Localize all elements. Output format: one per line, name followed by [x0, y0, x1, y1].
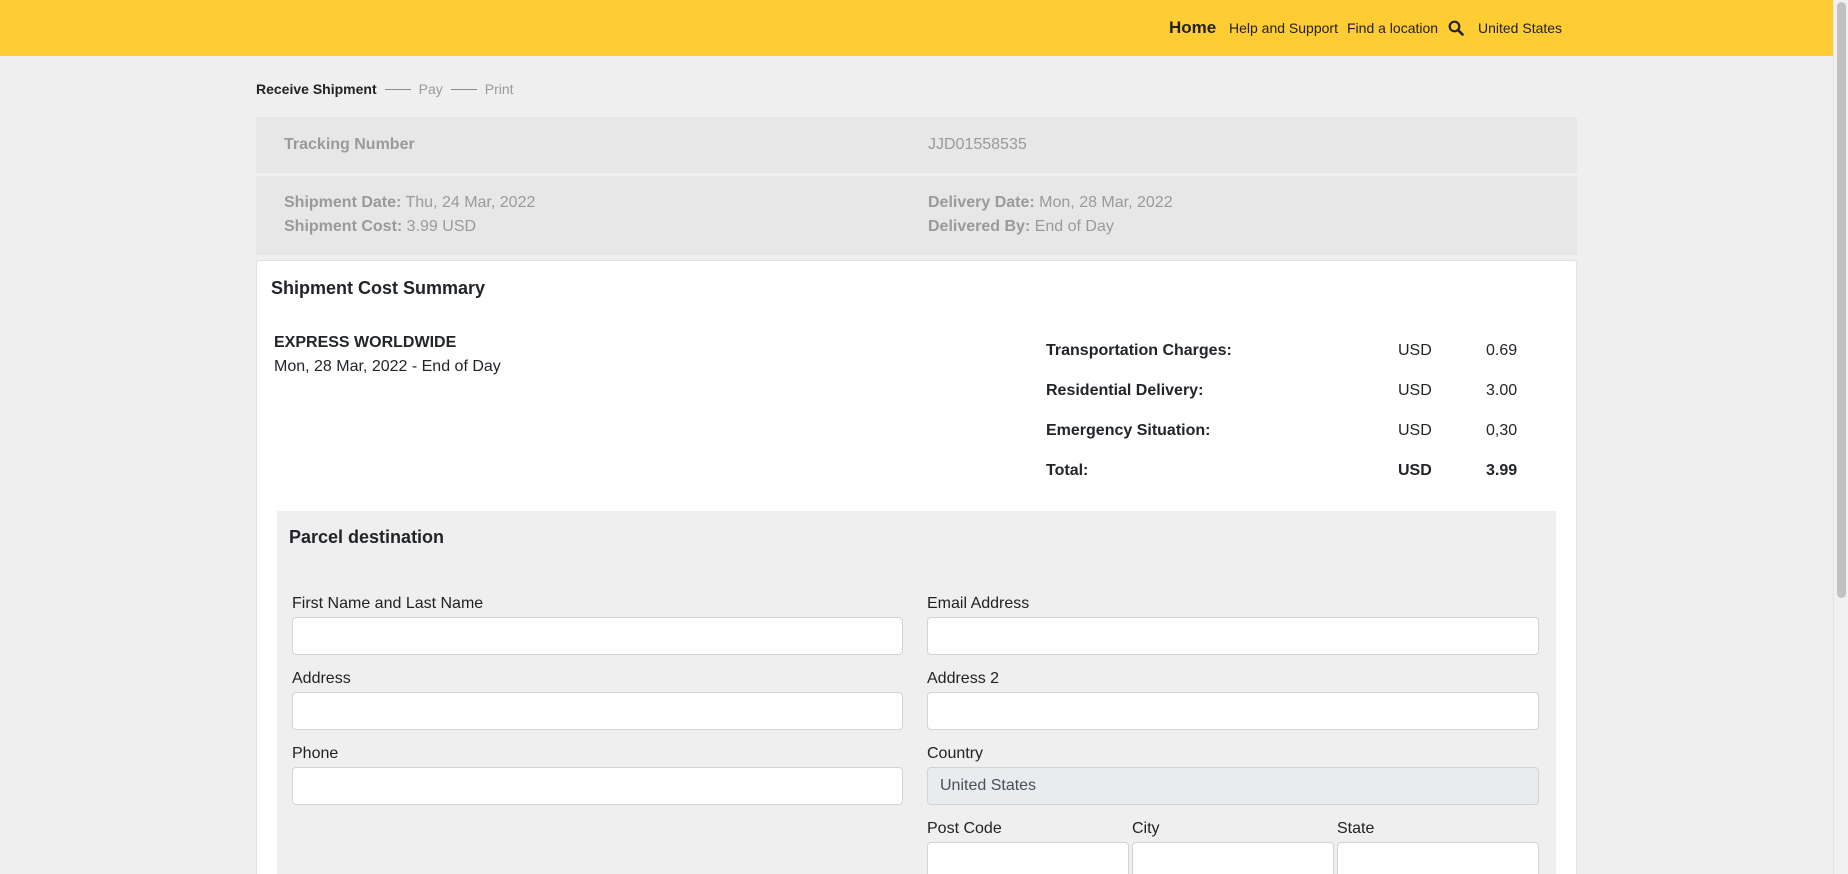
- state-label: State: [1337, 820, 1375, 837]
- service-name: EXPRESS WORLDWIDE: [274, 334, 457, 351]
- parcel-destination-form: Parcel destination First Name and Last N…: [277, 511, 1556, 874]
- service-delivery-date: Mon, 28 Mar, 2022 - End of Day: [274, 358, 501, 375]
- cost-value: 0.69: [1486, 342, 1518, 359]
- cost-row-total: Total: USD 3.99: [1046, 462, 1526, 482]
- address2-field[interactable]: [927, 692, 1539, 730]
- cost-row-transportation: Transportation Charges: USD 0.69: [1046, 342, 1526, 362]
- phone-label: Phone: [292, 745, 339, 762]
- cost-summary-card: Shipment Cost Summary EXPRESS WORLDWIDE …: [256, 260, 1577, 874]
- cost-label: Total:: [1046, 462, 1089, 479]
- cost-currency: USD: [1398, 422, 1432, 439]
- cost-summary-title: Shipment Cost Summary: [271, 278, 486, 298]
- step-divider: [384, 88, 411, 90]
- cost-currency: USD: [1398, 382, 1432, 399]
- postcode-label: Post Code: [927, 820, 1002, 837]
- shipment-cost-value: 3.99 USD: [406, 218, 477, 235]
- shipment-cost: Shipment Cost: 3.99 USD: [284, 218, 476, 236]
- email-field[interactable]: [927, 617, 1539, 655]
- page-scrollbar[interactable]: [1833, 0, 1848, 874]
- delivered-by-label: Delivered By:: [928, 218, 1031, 235]
- email-label: Email Address: [927, 595, 1030, 612]
- cost-currency: USD: [1398, 462, 1432, 479]
- nav-country-link[interactable]: United States: [1478, 0, 1562, 56]
- country-field: [927, 767, 1539, 805]
- step-receive-shipment: Receive Shipment: [256, 81, 377, 97]
- address-field[interactable]: [292, 692, 903, 730]
- parcel-destination-title: Parcel destination: [289, 527, 445, 547]
- scrollbar-thumb[interactable]: [1837, 2, 1846, 598]
- cost-label: Emergency Situation:: [1046, 422, 1211, 439]
- step-print: Print: [484, 81, 514, 97]
- cost-label: Transportation Charges:: [1046, 342, 1232, 359]
- shipment-date-label: Shipment Date:: [284, 194, 402, 211]
- shipment-details-panel: Shipment Date: Thu, 24 Mar, 2022 Shipmen…: [256, 176, 1577, 255]
- cost-row-residential: Residential Delivery: USD 3.00: [1046, 382, 1526, 402]
- city-field[interactable]: [1132, 842, 1334, 874]
- address2-label: Address 2: [927, 670, 1000, 687]
- tracking-number-value: JJD01558535: [928, 136, 1027, 153]
- tracking-number-label: Tracking Number: [284, 136, 415, 153]
- cost-value: 0,30: [1486, 422, 1518, 439]
- nav-help-link[interactable]: Help and Support: [1229, 0, 1338, 56]
- step-pay: Pay: [418, 81, 443, 97]
- state-field[interactable]: [1337, 842, 1539, 874]
- cost-row-emergency: Emergency Situation: USD 0,30: [1046, 422, 1526, 442]
- postcode-field[interactable]: [927, 842, 1129, 874]
- cost-currency: USD: [1398, 342, 1432, 359]
- city-label: City: [1132, 820, 1160, 837]
- country-label: Country: [927, 745, 984, 762]
- cost-label: Residential Delivery:: [1046, 382, 1204, 399]
- top-navbar: Home Help and Support Find a location Un…: [0, 0, 1833, 56]
- nav-find-location-link[interactable]: Find a location: [1347, 0, 1438, 56]
- cost-value: 3.00: [1486, 382, 1518, 399]
- nav-home-link[interactable]: Home: [1169, 0, 1216, 56]
- search-icon[interactable]: [1448, 0, 1464, 56]
- step-divider: [450, 88, 477, 90]
- name-field[interactable]: [292, 617, 903, 655]
- shipment-date: Shipment Date: Thu, 24 Mar, 2022: [284, 194, 535, 212]
- address-label: Address: [292, 670, 351, 687]
- delivered-by: Delivered By: End of Day: [928, 218, 1114, 236]
- phone-field[interactable]: [292, 767, 903, 805]
- delivery-date: Delivery Date: Mon, 28 Mar, 2022: [928, 194, 1173, 212]
- tracking-panel: Tracking Number JJD01558535: [256, 117, 1577, 173]
- delivered-by-value: End of Day: [1034, 218, 1114, 235]
- delivery-date-label: Delivery Date:: [928, 194, 1035, 211]
- shipment-cost-label: Shipment Cost:: [284, 218, 403, 235]
- checkout-steps: Receive Shipment Pay Print: [256, 81, 514, 97]
- shipment-date-value: Thu, 24 Mar, 2022: [405, 194, 536, 211]
- delivery-date-value: Mon, 28 Mar, 2022: [1039, 194, 1173, 211]
- name-label: First Name and Last Name: [292, 595, 484, 612]
- cost-value: 3.99: [1486, 462, 1518, 479]
